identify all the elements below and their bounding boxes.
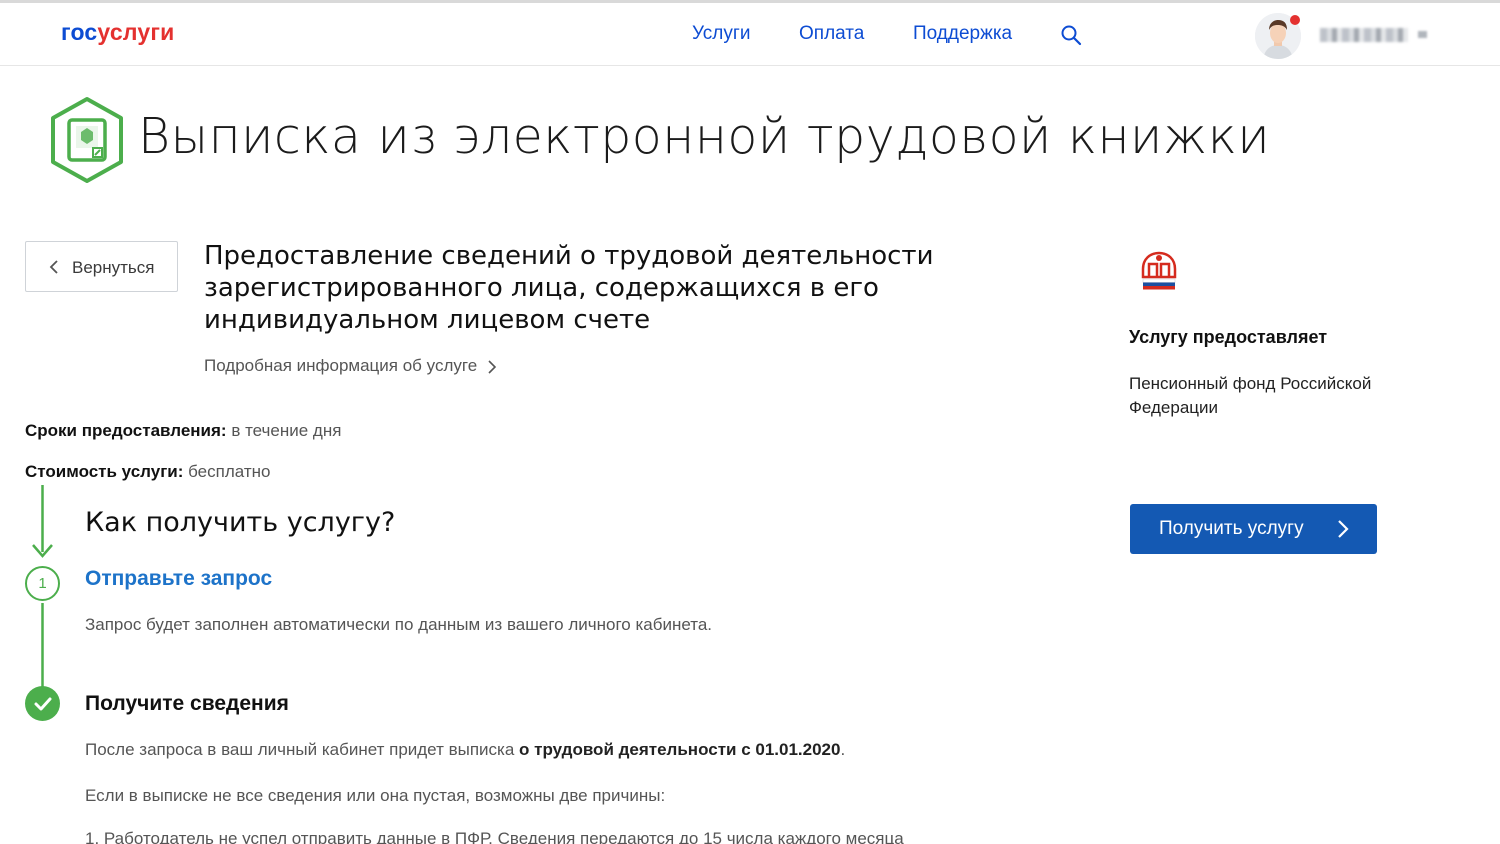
- pfr-logo: [1141, 251, 1177, 290]
- logo-part-uslugi: услуги: [97, 19, 175, 45]
- nav-support[interactable]: Поддержка: [913, 23, 1012, 45]
- step-2-title: Получите сведения: [85, 692, 289, 715]
- step-2-text-bold: о трудовой деятельности с 01.01.2020: [519, 740, 841, 759]
- user-name-blurred[interactable]: [1320, 28, 1408, 42]
- nav-services[interactable]: Услуги: [692, 23, 750, 45]
- checkmark-icon: [34, 697, 52, 711]
- notification-dot: [1290, 15, 1300, 25]
- service-cost-value: бесплатно: [188, 462, 271, 481]
- page-title: Выписка из электронной трудовой книжки: [138, 108, 1271, 165]
- get-service-button-label: Получить услугу: [1159, 518, 1304, 539]
- nav-payment[interactable]: Оплата: [799, 23, 864, 45]
- how-to-get-title: Как получить услугу?: [85, 507, 396, 538]
- chevron-right-icon: [488, 359, 497, 374]
- step-1-title: Отправьте запрос: [85, 567, 273, 590]
- step-1-description: Запрос будет заполнен автоматически по д…: [85, 615, 713, 634]
- step-2-check: [25, 686, 60, 721]
- step-2-reason-1: 1. Работодатель не успел отправить данны…: [85, 829, 904, 844]
- step-2-reasons-intro: Если в выписке не все сведения или она п…: [85, 786, 666, 805]
- step-2-description: После запроса в ваш личный кабинет приде…: [85, 740, 845, 760]
- chevron-right-icon: [1338, 520, 1349, 538]
- step-1-number: 1: [25, 566, 60, 601]
- step-2-text-start: После запроса в ваш личный кабинет приде…: [85, 740, 520, 759]
- service-term-value: в течение дня: [231, 421, 342, 440]
- provider-label: Услугу предоставляет: [1129, 327, 1328, 347]
- service-details-link-label: Подробная информация об услуге: [204, 356, 478, 375]
- get-service-button[interactable]: Получить услугу: [1130, 504, 1377, 554]
- service-title: Предоставление сведений о трудовой деяте…: [204, 241, 934, 335]
- user-menu-indicator[interactable]: [1418, 31, 1427, 38]
- search-icon[interactable]: [1060, 24, 1082, 46]
- site-header: госуслуги Услуги Оплата Поддержка: [0, 3, 1500, 66]
- service-details-link[interactable]: Подробная информация об услуге: [204, 356, 497, 376]
- step-2-text-end: .: [840, 740, 846, 759]
- provider-name: Пенсионный фонд Российской Федерации: [1129, 374, 1372, 417]
